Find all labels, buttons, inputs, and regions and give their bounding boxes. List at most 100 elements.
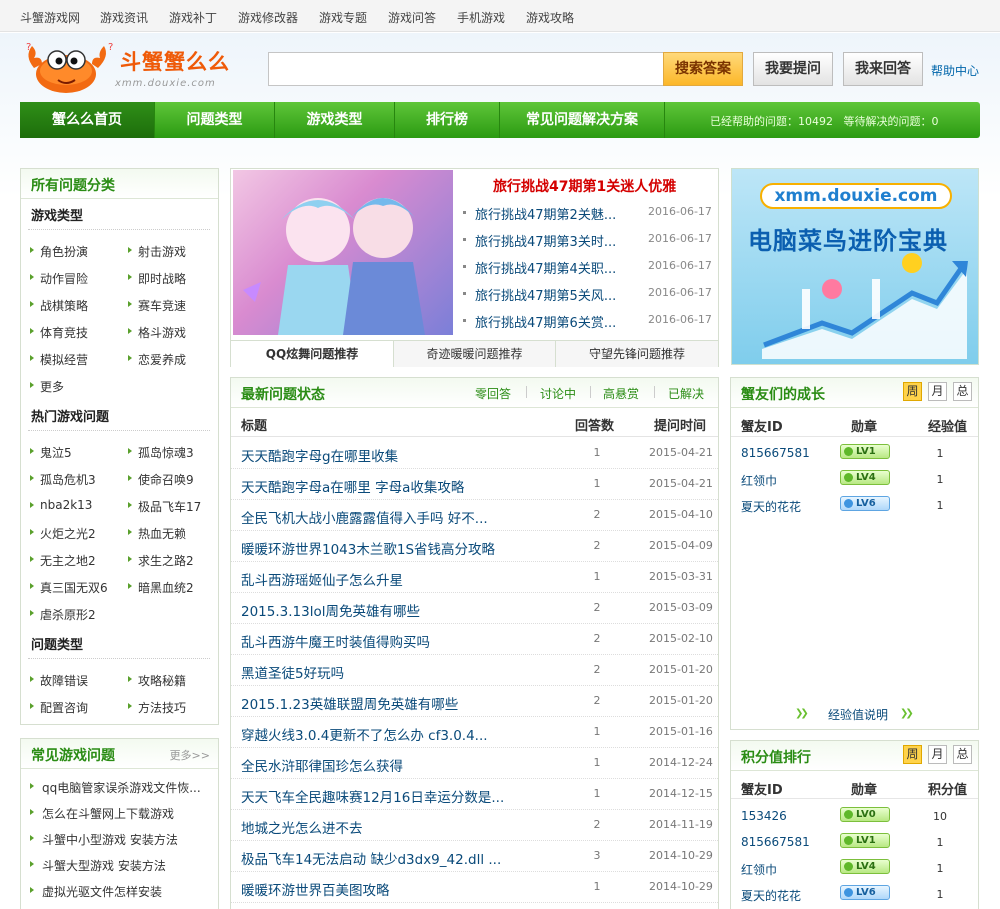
points-title: 积分值排行 [741, 750, 811, 766]
question-link[interactable]: 天天酷跑字母a在哪里 字母a收集攻略 [241, 476, 464, 496]
ask-question-button[interactable]: 我要提问 [753, 52, 833, 86]
question-link[interactable]: 暖暖环游世界1043木兰歌1S省钱高分攻略 [241, 538, 495, 558]
top-nav-link[interactable]: 游戏补丁 [169, 9, 217, 26]
question-type-link[interactable]: 攻略秘籍 [128, 672, 186, 689]
ad-banner[interactable]: xmm.douxie.com 电脑菜鸟进阶宝典 [731, 168, 979, 365]
question-link[interactable]: 穿越火线3.0.4更新不了怎么办 cf3.0.4... [241, 724, 488, 744]
hot-game-link[interactable]: 极品飞车17 [128, 498, 201, 515]
tab-nikki[interactable]: 奇迹暖暖问题推荐 [394, 340, 556, 367]
answer-count: 1 [593, 756, 601, 769]
common-game-link[interactable]: 虚拟光驱文件怎样安装 [30, 883, 162, 900]
hot-game-link[interactable]: nba2k13 [30, 498, 92, 512]
category-more-link[interactable]: 更多 [30, 378, 64, 395]
user-link[interactable]: 夏天的花花 [741, 887, 801, 904]
common-game-link[interactable]: 斗蟹大型游戏 安装方法 [30, 857, 166, 874]
featured-item[interactable]: 旅行挑战47期第6关赏... [463, 312, 616, 331]
question-link[interactable]: 暖暖环游世界百美图攻略 [241, 879, 390, 899]
featured-item[interactable]: 旅行挑战47期第2关魅... [463, 204, 616, 223]
toggle-month[interactable]: 月 [928, 745, 947, 764]
category-link[interactable]: 体育竞技 [30, 324, 88, 341]
hot-game-link[interactable]: 热血无赖 [128, 525, 186, 542]
question-link[interactable]: 全民水浒耶律国珍怎么获得 [241, 755, 403, 775]
top-nav-link[interactable]: 游戏问答 [388, 9, 436, 26]
tab-overwatch[interactable]: 守望先锋问题推荐 [556, 340, 718, 367]
toggle-total[interactable]: 总 [953, 382, 972, 401]
hot-game-link[interactable]: 暗黑血统2 [128, 579, 194, 596]
user-link[interactable]: 红领巾 [741, 472, 777, 489]
user-link[interactable]: 夏天的花花 [741, 498, 801, 515]
hot-game-link[interactable]: 无主之地2 [30, 552, 96, 569]
tab-high-reward[interactable]: 高悬赏 [603, 385, 639, 402]
top-nav-link[interactable]: 游戏资讯 [100, 9, 148, 26]
user-link[interactable]: 815667581 [741, 835, 810, 849]
toggle-week[interactable]: 周 [903, 382, 922, 401]
hot-game-link[interactable]: 孤岛惊魂3 [128, 444, 194, 461]
featured-title[interactable]: 旅行挑战47期第1关迷人优雅 [493, 176, 676, 196]
top-nav-link[interactable]: 手机游戏 [457, 9, 505, 26]
category-link[interactable]: 格斗游戏 [128, 324, 186, 341]
question-link[interactable]: 极品飞车14无法启动 缺少d3dx9_42.dll ... [241, 848, 501, 868]
hot-game-link[interactable]: 虐杀原形2 [30, 606, 96, 623]
search-button[interactable]: 搜索答案 [663, 52, 743, 86]
featured-image[interactable] [233, 170, 453, 335]
nav-home[interactable]: 蟹么么首页 [20, 102, 155, 138]
question-link[interactable]: 天天酷跑字母g在哪里收集 [241, 445, 398, 465]
category-link[interactable]: 角色扮演 [30, 243, 88, 260]
nav-solutions[interactable]: 常见问题解决方案 [500, 102, 665, 138]
common-game-link[interactable]: 斗蟹中小型游戏 安装方法 [30, 831, 178, 848]
user-link[interactable]: 153426 [741, 809, 787, 823]
tab-zero-answers[interactable]: 零回答 [475, 385, 511, 402]
tab-discussing[interactable]: 讨论中 [540, 385, 576, 402]
user-link[interactable]: 红领巾 [741, 861, 777, 878]
question-link[interactable]: 2015.1.23英雄联盟周免英雄有哪些 [241, 693, 458, 713]
question-link[interactable]: 黑道圣徒5好玩吗 [241, 662, 344, 682]
question-link[interactable]: 地城之光怎么进不去 [241, 817, 363, 837]
hot-game-link[interactable]: 使命召唤9 [128, 471, 194, 488]
featured-item[interactable]: 旅行挑战47期第3关时... [463, 231, 616, 250]
nav-ranking[interactable]: 排行榜 [395, 102, 500, 138]
help-center-link[interactable]: 帮助中心 [931, 62, 979, 79]
tab-solved[interactable]: 已解决 [668, 385, 704, 402]
category-link[interactable]: 赛车竞速 [128, 297, 186, 314]
question-link[interactable]: 天天飞车全民趣味赛12月16日幸运分数是... [241, 786, 504, 806]
toggle-month[interactable]: 月 [928, 382, 947, 401]
question-link[interactable]: 乱斗西游牛魔王时装值得购买吗 [241, 631, 430, 651]
category-link[interactable]: 恋爱养成 [128, 351, 186, 368]
featured-item[interactable]: 旅行挑战47期第5关风... [463, 285, 616, 304]
category-link[interactable]: 战棋策略 [30, 297, 88, 314]
question-link[interactable]: 全民飞机大战小鹿露露值得入手吗 好不... [241, 507, 488, 527]
hot-game-link[interactable]: 火炬之光2 [30, 525, 96, 542]
question-type-link[interactable]: 方法技巧 [128, 699, 186, 716]
nav-game-types[interactable]: 游戏类型 [275, 102, 395, 138]
top-nav-link[interactable]: 斗蟹游戏网 [20, 9, 80, 26]
question-type-link[interactable]: 故障错误 [30, 672, 88, 689]
top-nav-link[interactable]: 游戏专题 [319, 9, 367, 26]
common-games-more-link[interactable]: 更多>> [170, 747, 210, 763]
category-link[interactable]: 即时战略 [128, 270, 186, 287]
category-link[interactable]: 射击游戏 [128, 243, 186, 260]
col-points: 积分值 [928, 783, 968, 798]
hot-game-link[interactable]: 真三国无双6 [30, 579, 108, 596]
common-game-link[interactable]: qq电脑管家误杀游戏文件恢... [30, 779, 201, 796]
hot-game-link[interactable]: 孤岛危机3 [30, 471, 96, 488]
common-game-link[interactable]: 怎么在斗蟹网上下载游戏 [30, 805, 174, 822]
category-link[interactable]: 模拟经营 [30, 351, 88, 368]
question-type-link[interactable]: 配置咨询 [30, 699, 88, 716]
toggle-total[interactable]: 总 [953, 745, 972, 764]
featured-item[interactable]: 旅行挑战47期第4关职... [463, 258, 616, 277]
hot-game-link[interactable]: 求生之路2 [128, 552, 194, 569]
question-link[interactable]: 2015.3.13lol周免英雄有哪些 [241, 600, 420, 620]
answer-question-button[interactable]: 我来回答 [843, 52, 923, 86]
game-types-heading: 游戏类型 [31, 209, 84, 224]
question-link[interactable]: 乱斗西游瑶姬仙子怎么升星 [241, 569, 403, 589]
top-nav-link[interactable]: 游戏修改器 [238, 9, 298, 26]
user-link[interactable]: 815667581 [741, 446, 810, 460]
tab-qq-dance[interactable]: QQ炫舞问题推荐 [231, 340, 394, 367]
top-nav-link[interactable]: 游戏攻略 [526, 9, 574, 26]
search-input[interactable] [268, 52, 664, 86]
category-link[interactable]: 动作冒险 [30, 270, 88, 287]
toggle-week[interactable]: 周 [903, 745, 922, 764]
exp-explanation-link[interactable]: 经验值说明 [828, 706, 888, 723]
nav-question-types[interactable]: 问题类型 [155, 102, 275, 138]
hot-game-link[interactable]: 鬼泣5 [30, 444, 72, 461]
